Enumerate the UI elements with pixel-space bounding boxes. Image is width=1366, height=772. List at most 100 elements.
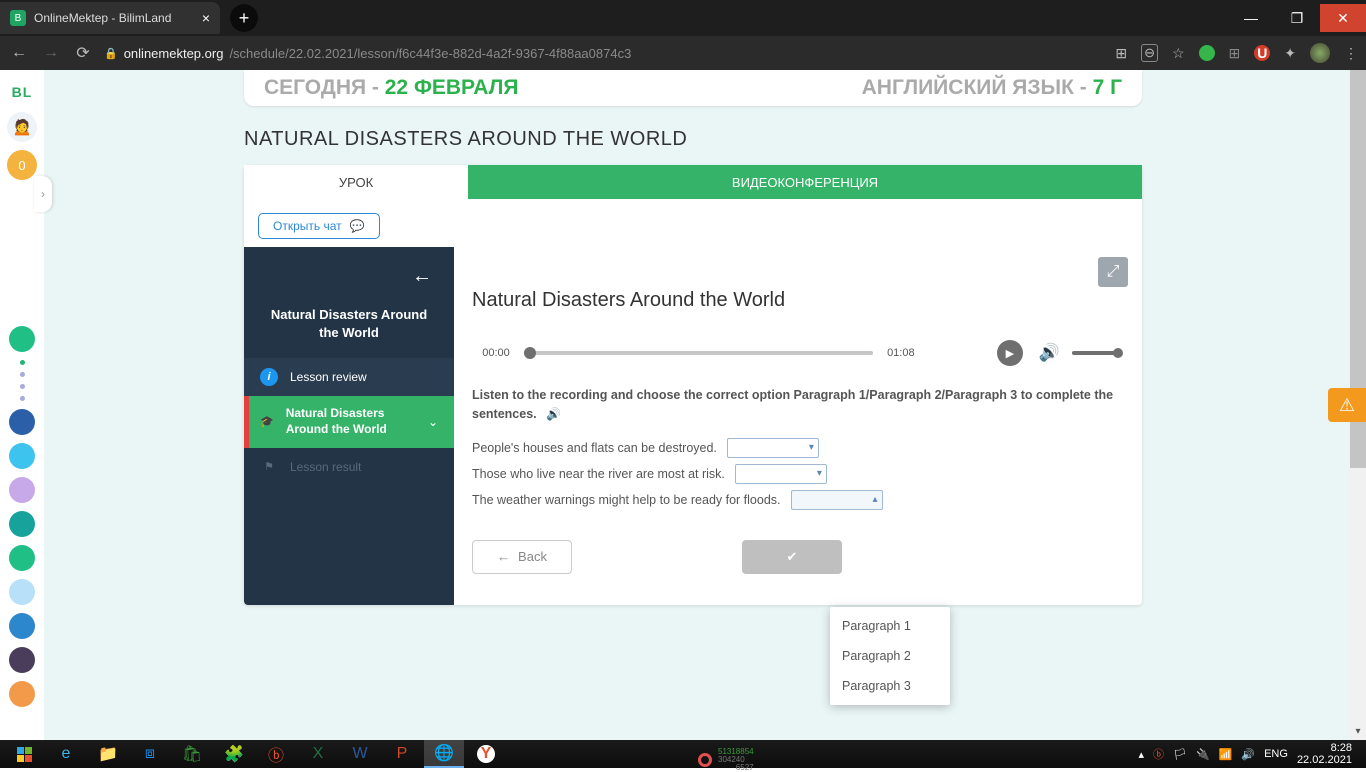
select-3[interactable]: ▴	[791, 490, 883, 510]
zoom-icon[interactable]: ⊖	[1141, 44, 1158, 62]
address-bar[interactable]: 🔒 onlinemektep.org/schedule/22.02.2021/l…	[104, 46, 1105, 61]
tray-language[interactable]: ENG	[1264, 748, 1288, 760]
taskbar-chrome[interactable]: 🌐	[424, 740, 464, 768]
rail-app-9[interactable]	[9, 647, 35, 673]
tray-volume-icon[interactable]: 🔊	[1241, 748, 1255, 761]
forward-icon[interactable]: →	[40, 44, 62, 62]
back-button-label: Back	[518, 549, 547, 564]
browser-tab[interactable]: B OnlineMektep - BilimLand ×	[0, 2, 220, 34]
submit-button[interactable]: ✔	[742, 540, 842, 574]
page-viewport: › BL 🙍 0 СЕГОДНЯ - 22 ФЕВРАЛЯ АНГЛИЙСКИЙ…	[0, 70, 1366, 740]
rail-dot-4[interactable]	[20, 396, 25, 401]
sound-icon[interactable]: 🔊	[546, 405, 561, 423]
tab-videoconference[interactable]: ВИДЕОКОНФЕРЕНЦИЯ	[468, 165, 1142, 199]
question-row-2: Those who live near the river are most a…	[472, 464, 1124, 484]
bookmark-icon[interactable]: ☆	[1172, 45, 1185, 62]
select-2[interactable]: ▾	[735, 464, 827, 484]
taskbar-app[interactable]: 🧩	[214, 740, 254, 768]
warning-side-tab[interactable]: ⚠	[1328, 388, 1366, 422]
rail-app-7[interactable]	[9, 579, 35, 605]
date-subject-bar: СЕГОДНЯ - 22 ФЕВРАЛЯ АНГЛИЙСКИЙ ЯЗЫК - 7…	[244, 70, 1142, 106]
window-controls: — ❐ ✕	[1228, 4, 1366, 32]
rail-app-1[interactable]	[9, 326, 35, 352]
volume-thumb[interactable]	[1113, 348, 1123, 358]
extensions-icon[interactable]: ✦	[1284, 45, 1296, 62]
today-label: СЕГОДНЯ -	[264, 76, 385, 99]
tray-time: 8:28	[1297, 742, 1352, 754]
tray-flag-icon[interactable]: 🏳	[1173, 748, 1187, 761]
taskbar-ie[interactable]: e	[46, 740, 86, 768]
minimize-button[interactable]: —	[1228, 4, 1274, 32]
tab-close-icon[interactable]: ×	[202, 10, 210, 26]
back-icon[interactable]: ←	[8, 44, 30, 62]
content-title: Natural Disasters Around the World	[472, 289, 1124, 312]
rail-app-10[interactable]	[9, 681, 35, 707]
extension-ublock-icon[interactable]: U	[1254, 45, 1270, 61]
rail-app-3[interactable]	[9, 443, 35, 469]
flag-icon: ⚑	[260, 458, 278, 476]
question-row-1: People's houses and flats can be destroy…	[472, 438, 1124, 458]
audio-seek-thumb[interactable]	[524, 347, 536, 359]
nav-item-result[interactable]: ⚑ Lesson result	[244, 448, 454, 486]
tray-up-icon[interactable]: ▴	[1138, 748, 1144, 761]
audio-play-button[interactable]: ▶	[997, 340, 1023, 366]
translate-icon[interactable]: ⊞	[1115, 45, 1127, 62]
maximize-button[interactable]: ❐	[1274, 4, 1320, 32]
rail-app-6[interactable]	[9, 545, 35, 571]
arrow-left-icon: ←	[497, 549, 510, 564]
site-logo[interactable]: BL	[0, 84, 44, 100]
nav-item-current[interactable]: 🎓 Natural Disasters Around the World ⌄	[244, 396, 454, 447]
tab-lesson[interactable]: УРОК	[244, 165, 468, 199]
left-rail: › BL 🙍 0	[0, 70, 44, 740]
dropdown-option-1[interactable]: Paragraph 1	[830, 611, 950, 641]
taskbar-dropbox[interactable]: ⧈	[130, 740, 170, 768]
rail-app-2[interactable]	[9, 409, 35, 435]
dropdown-option-2[interactable]: Paragraph 2	[830, 641, 950, 671]
tray-battery-icon[interactable]: 🔌	[1196, 748, 1210, 761]
url-path: /schedule/22.02.2021/lesson/f6c44f3e-882…	[229, 46, 631, 61]
new-tab-button[interactable]: +	[230, 4, 258, 32]
dropdown-option-3[interactable]: Paragraph 3	[830, 671, 950, 701]
back-button[interactable]: ← Back	[472, 540, 572, 574]
nav-item-review[interactable]: i Lesson review	[244, 358, 454, 396]
toolbar-extensions: ⊞ ⊖ ☆ ⊞ U ✦ ⋮	[1115, 43, 1358, 63]
rail-dot-2[interactable]	[20, 372, 25, 377]
rail-app-5[interactable]	[9, 511, 35, 537]
page-content: СЕГОДНЯ - 22 ФЕВРАЛЯ АНГЛИЙСКИЙ ЯЗЫК - 7…	[44, 70, 1366, 740]
profile-avatar[interactable]	[1310, 43, 1330, 63]
rail-dot-3[interactable]	[20, 384, 25, 389]
fullscreen-button[interactable]: ⤢	[1098, 257, 1128, 287]
taskbar-powerpoint[interactable]: P	[382, 740, 422, 768]
open-chat-button[interactable]: Открыть чат 💬	[258, 213, 380, 239]
taskbar-excel[interactable]: X	[298, 740, 338, 768]
tray-beats-icon[interactable]: ⓑ	[1153, 746, 1164, 762]
rail-app-8[interactable]	[9, 613, 35, 639]
audio-player: 00:00 01:08 ▶ 🔊	[472, 332, 1124, 374]
taskbar-yandex[interactable]: Y	[466, 740, 506, 768]
scroll-down-icon[interactable]: ▾	[1350, 724, 1366, 740]
reload-icon[interactable]: ⟳	[72, 43, 94, 63]
lesson-tabs: УРОК ВИДЕОКОНФЕРЕНЦИЯ	[244, 165, 1142, 199]
menu-icon[interactable]: ⋮	[1344, 45, 1358, 62]
rail-user-badge[interactable]: 0	[7, 150, 37, 180]
rail-avatar[interactable]: 🙍	[7, 112, 37, 142]
volume-icon[interactable]: 🔊	[1039, 343, 1060, 363]
tray-clock[interactable]: 8:28 22.02.2021	[1297, 742, 1352, 766]
rail-app-4[interactable]	[9, 477, 35, 503]
nav-back-icon[interactable]: ←	[244, 247, 454, 306]
tray-network-icon[interactable]: 📶	[1219, 748, 1233, 761]
audio-seek-track[interactable]	[524, 351, 873, 355]
check-icon: ✔	[787, 549, 798, 565]
rail-dot-1[interactable]	[20, 360, 25, 365]
taskbar-store[interactable]: 🛍	[172, 740, 212, 768]
taskbar-explorer[interactable]: 📁	[88, 740, 128, 768]
taskbar-beats[interactable]: ⓑ	[256, 740, 296, 768]
select-1[interactable]: ▾	[727, 438, 819, 458]
extension-icon[interactable]: ⊞	[1229, 45, 1241, 62]
start-button[interactable]	[4, 740, 44, 768]
close-window-button[interactable]: ✕	[1320, 4, 1366, 32]
volume-track[interactable]	[1072, 351, 1120, 355]
taskbar-word[interactable]: W	[340, 740, 380, 768]
extension-shield-icon[interactable]	[1199, 45, 1215, 61]
chevron-down-icon: ⌄	[428, 415, 438, 429]
